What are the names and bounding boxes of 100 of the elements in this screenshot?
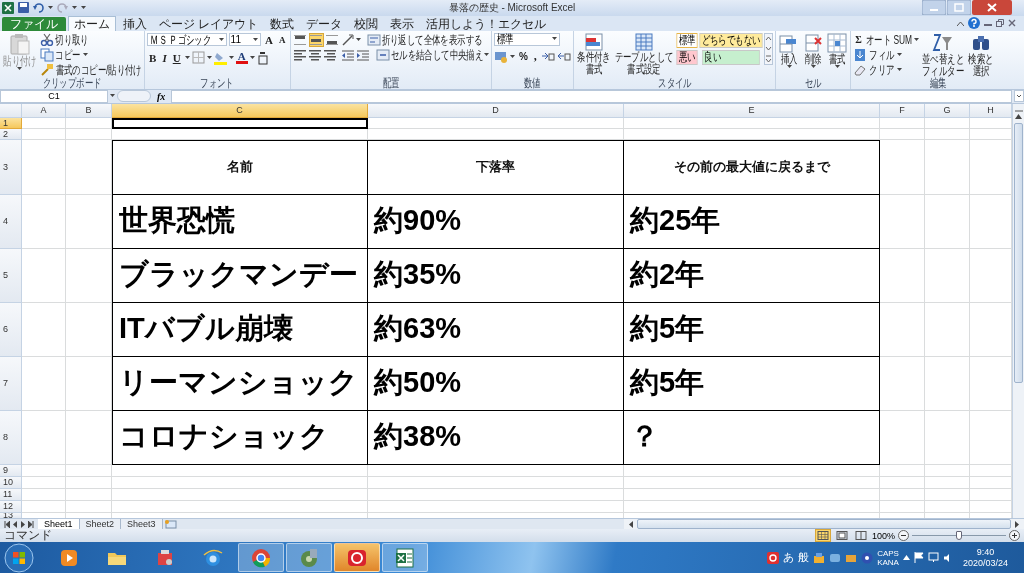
grid-cell[interactable] bbox=[880, 194, 925, 249]
row-header[interactable]: 5 bbox=[0, 248, 22, 303]
grid-cell[interactable] bbox=[112, 488, 368, 501]
grid-cell[interactable] bbox=[880, 410, 925, 465]
close-icon[interactable] bbox=[1008, 19, 1016, 28]
underline-button[interactable]: U bbox=[170, 51, 183, 64]
copy-icon[interactable] bbox=[39, 47, 54, 62]
grid-cell[interactable] bbox=[925, 464, 970, 477]
horizontal-scrollbar[interactable] bbox=[624, 519, 1024, 530]
ribbon-tab[interactable]: データ bbox=[301, 16, 348, 31]
sort-filter-icon[interactable] bbox=[932, 32, 955, 53]
grid-cell[interactable] bbox=[368, 128, 624, 140]
grid-cell[interactable] bbox=[880, 139, 925, 195]
grid-cell[interactable] bbox=[624, 117, 880, 129]
grid-cell[interactable] bbox=[66, 194, 112, 249]
grid-cell[interactable] bbox=[66, 356, 112, 411]
restore-icon[interactable] bbox=[996, 19, 1004, 28]
redo-icon[interactable] bbox=[57, 3, 68, 13]
grid-cell[interactable] bbox=[368, 464, 624, 477]
format-cells-icon[interactable] bbox=[827, 32, 848, 53]
tray-icon[interactable] bbox=[829, 551, 842, 564]
increase-indent-icon[interactable] bbox=[355, 47, 370, 62]
grid-cell[interactable] bbox=[22, 302, 66, 357]
format-as-table-button[interactable]: テーブルとして 書式設定 bbox=[614, 50, 674, 75]
grid-cell[interactable] bbox=[66, 139, 112, 195]
grid-cell[interactable] bbox=[880, 488, 925, 501]
caret-icon[interactable] bbox=[914, 37, 920, 42]
font-size-field[interactable]: 11 bbox=[229, 33, 262, 47]
clock-time[interactable]: 9:40 bbox=[976, 546, 995, 558]
font-name-field[interactable]: ＭＳ Ｐゴシック bbox=[147, 33, 228, 47]
zoom-in-button[interactable] bbox=[1009, 530, 1020, 542]
scissors-icon[interactable] bbox=[39, 33, 54, 47]
clipboard-icon[interactable] bbox=[9, 32, 30, 55]
grid-cell[interactable] bbox=[368, 476, 624, 489]
collapse-ribbon-icon[interactable] bbox=[957, 20, 964, 26]
grid-cell[interactable] bbox=[880, 117, 925, 129]
number-format-field[interactable]: 標準 bbox=[493, 32, 560, 46]
cell-action-button[interactable]: 削除 bbox=[804, 52, 822, 65]
grid-cell[interactable] bbox=[624, 476, 880, 489]
row-header[interactable]: 4 bbox=[0, 194, 22, 249]
ribbon-tab[interactable]: 表示 bbox=[385, 16, 420, 31]
save-icon[interactable] bbox=[18, 2, 29, 14]
grid-cell[interactable] bbox=[22, 248, 66, 303]
font-color-button[interactable]: A bbox=[235, 51, 248, 64]
caret-icon[interactable] bbox=[551, 37, 557, 42]
ime-mode[interactable]: 般 bbox=[798, 550, 810, 566]
minimize-button[interactable] bbox=[922, 0, 946, 16]
spreadsheet-logo-icon[interactable] bbox=[2, 2, 14, 14]
caret-icon[interactable] bbox=[834, 64, 840, 69]
insert-function-button[interactable]: fx bbox=[153, 90, 170, 102]
grid-cell[interactable] bbox=[112, 128, 368, 140]
grid-cell[interactable] bbox=[66, 248, 112, 303]
zoom-percent[interactable]: 100% bbox=[871, 530, 895, 541]
grid-cell[interactable] bbox=[925, 248, 970, 303]
clear-button[interactable]: クリア bbox=[869, 63, 895, 76]
tab-scroll-icon[interactable] bbox=[28, 520, 34, 528]
caret-icon[interactable] bbox=[483, 52, 489, 57]
caret-icon[interactable] bbox=[253, 37, 259, 42]
grid-cell[interactable] bbox=[66, 476, 112, 489]
scroll-left-icon[interactable] bbox=[628, 520, 634, 528]
network-icon[interactable] bbox=[927, 552, 939, 564]
grid-cell[interactable] bbox=[112, 464, 368, 477]
grid-cell[interactable] bbox=[112, 500, 368, 513]
cell-style[interactable]: どちらでもない bbox=[699, 32, 763, 48]
cell-style[interactable]: 良い bbox=[702, 49, 760, 65]
grid-cell[interactable] bbox=[925, 410, 970, 465]
vertical-scrollbar[interactable] bbox=[1012, 103, 1024, 519]
merge-cells-icon[interactable] bbox=[375, 47, 390, 62]
fill-down-icon[interactable] bbox=[853, 47, 868, 62]
conditional-format-icon[interactable] bbox=[583, 32, 604, 51]
grid-cell[interactable] bbox=[66, 302, 112, 357]
grid-cell[interactable] bbox=[624, 464, 880, 477]
grid-cell[interactable] bbox=[66, 488, 112, 501]
show-hidden-icon[interactable] bbox=[902, 555, 910, 561]
active-cell[interactable] bbox=[112, 117, 368, 129]
grid-cell[interactable] bbox=[22, 194, 66, 249]
grid-cell[interactable] bbox=[925, 488, 970, 501]
grid-cell[interactable] bbox=[112, 476, 368, 489]
clock-date[interactable]: 2020/03/24 bbox=[962, 557, 1008, 569]
grid-cell[interactable] bbox=[880, 128, 925, 140]
grid-cell[interactable] bbox=[22, 500, 66, 513]
grid-cell[interactable] bbox=[925, 139, 970, 195]
align-button[interactable] bbox=[308, 32, 324, 47]
grid-cell[interactable] bbox=[925, 302, 970, 357]
grid-cell[interactable] bbox=[66, 128, 112, 140]
view-button[interactable] bbox=[814, 529, 831, 543]
merge-center-button[interactable]: セルを結合して中央揃え bbox=[390, 48, 483, 61]
caret-icon[interactable] bbox=[249, 55, 255, 60]
help-icon[interactable] bbox=[968, 17, 980, 30]
caret-icon[interactable] bbox=[810, 64, 816, 69]
sort-filter-button[interactable]: 並べ替えと フィルター bbox=[922, 52, 965, 77]
grid-cell[interactable] bbox=[880, 356, 925, 411]
tray-app-icon[interactable] bbox=[767, 551, 780, 564]
caret-icon[interactable] bbox=[48, 6, 53, 10]
row-header[interactable]: 3 bbox=[0, 139, 22, 195]
align-lines-icon[interactable] bbox=[307, 47, 322, 62]
grid-cell[interactable] bbox=[880, 248, 925, 303]
grid-cell[interactable] bbox=[66, 500, 112, 513]
shield-icon[interactable] bbox=[334, 543, 380, 573]
caret-icon[interactable] bbox=[219, 37, 225, 42]
